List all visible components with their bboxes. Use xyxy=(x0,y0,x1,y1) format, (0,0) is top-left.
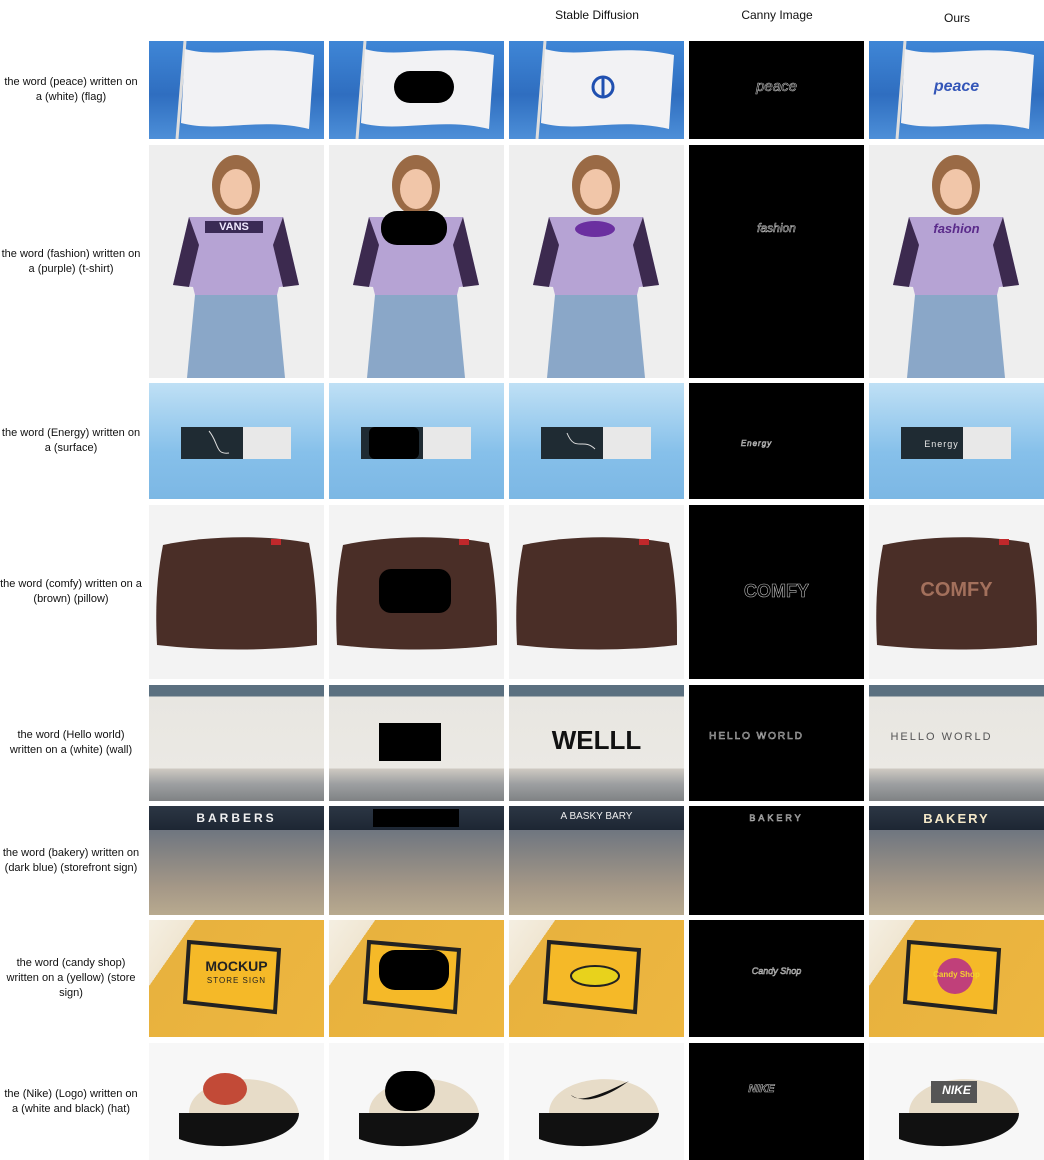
header-ours: Ours xyxy=(943,11,970,25)
masked-image xyxy=(329,145,504,378)
original-image xyxy=(149,505,324,679)
canny-text: COMFY xyxy=(744,581,810,602)
ours-image: BAKERY xyxy=(869,806,1044,915)
canny-text: Energy xyxy=(740,439,773,449)
ours-image: peace xyxy=(869,41,1044,139)
generated-text: Candy Shop xyxy=(933,970,980,979)
canny-image: BAKERY xyxy=(689,806,864,915)
canny-image: peace xyxy=(689,41,864,139)
prompt-text: the word (Energy) written on a (surface) xyxy=(1,427,141,454)
prompt-text: the word (candy shop) written on a (yell… xyxy=(6,957,136,999)
original-image: BARBERS xyxy=(149,806,324,915)
row-tshirt: the word (fashion) written on a (purple)… xyxy=(0,145,1044,378)
header-stable-diffusion: Stable Diffusion xyxy=(555,8,639,22)
ours-image: fashion xyxy=(869,145,1044,378)
prompt-text: the word (Hello world) written on a (whi… xyxy=(9,729,133,756)
mask-region xyxy=(379,950,449,990)
generated-text: BAKERY xyxy=(923,811,990,826)
masked-image xyxy=(329,383,504,499)
masked-image xyxy=(329,920,504,1037)
row-pillow: the word (comfy) written on a (brown) (p… xyxy=(0,505,1044,679)
sd-text: A BASKY BARY xyxy=(560,811,633,822)
sd-text: WELLL xyxy=(551,725,642,755)
row-wall: the word (Hello world) written on a (whi… xyxy=(0,685,1044,801)
masked-image xyxy=(329,685,504,801)
canny-image: HELLO WORLD xyxy=(689,685,864,801)
generated-text: Energy xyxy=(924,439,959,449)
original-sign: BARBERS xyxy=(196,811,277,825)
canny-text: fashion xyxy=(757,221,796,236)
stable-diffusion-image xyxy=(509,505,684,679)
original-image xyxy=(149,685,324,801)
header-canny-image: Canny Image xyxy=(741,8,813,22)
stable-diffusion-image: WELLL xyxy=(509,685,684,801)
row-store-sign: the word (candy shop) written on a (yell… xyxy=(0,920,1044,1037)
masked-image xyxy=(329,505,504,679)
stable-diffusion-image xyxy=(509,145,684,378)
ours-image: HELLO WORLD xyxy=(869,685,1044,801)
ours-image: Candy Shop xyxy=(869,920,1044,1037)
row-hat: the (Nike) (Logo) written on a (white an… xyxy=(0,1043,1044,1160)
original-sign-text: MOCKUP xyxy=(205,958,268,974)
prompt-text: the (Nike) (Logo) written on a (white an… xyxy=(4,1087,138,1115)
canny-image: Candy Shop xyxy=(689,920,864,1037)
masked-image xyxy=(329,1043,504,1160)
mask-region xyxy=(394,71,454,103)
row-energy: the word (Energy) written on a (surface)… xyxy=(0,383,1044,499)
flag-graphic xyxy=(175,41,314,139)
canny-image: COMFY xyxy=(689,505,864,679)
ours-image: COMFY xyxy=(869,505,1044,679)
ours-image: NIKE xyxy=(869,1043,1044,1160)
stable-diffusion-image xyxy=(509,383,684,499)
masked-image xyxy=(329,41,504,139)
ours-image: Energy xyxy=(869,383,1044,499)
canny-image: fashion xyxy=(689,145,864,378)
original-image: MOCKUP STORE SIGN xyxy=(149,920,324,1037)
stable-diffusion-image xyxy=(509,920,684,1037)
mask-region xyxy=(381,211,447,245)
generated-text: HELLO WORLD xyxy=(890,731,993,743)
stable-diffusion-image xyxy=(509,41,684,139)
generated-text: peace xyxy=(933,78,980,95)
generated-text: COMFY xyxy=(920,579,993,601)
stable-diffusion-image: A BASKY BARY xyxy=(509,806,684,915)
prompt-text: the word (bakery) written on (dark blue)… xyxy=(2,846,140,874)
prompt-text: the word (comfy) written on a (brown) (p… xyxy=(0,578,142,605)
original-sign-sub: STORE SIGN xyxy=(206,976,267,985)
canny-text: Candy Shop xyxy=(751,966,802,977)
original-image xyxy=(149,383,324,499)
generated-text: NIKE xyxy=(942,1083,971,1097)
original-image xyxy=(149,41,324,139)
row-flag: the word (peace) written on a (white) (f… xyxy=(0,41,1044,139)
row-storefront: the word (bakery) written on (dark blue)… xyxy=(0,806,1044,915)
mask-region xyxy=(369,427,419,459)
mask-region xyxy=(385,1071,435,1111)
canny-text: BAKERY xyxy=(749,813,804,824)
mask-region xyxy=(379,569,451,613)
canny-text: NIKE xyxy=(748,1083,775,1096)
canny-text: peace xyxy=(756,78,797,96)
canny-text: HELLO WORLD xyxy=(709,731,804,743)
mask-region xyxy=(379,723,441,761)
original-logo: VANS xyxy=(205,221,263,233)
prompt-text: the word (peace) written on a (white) (f… xyxy=(4,76,138,103)
stable-diffusion-image xyxy=(509,1043,684,1160)
mask-region xyxy=(373,809,459,827)
generated-text: fashion xyxy=(933,221,980,236)
original-image: VANS xyxy=(149,145,324,378)
original-image xyxy=(149,1043,324,1160)
canny-image: NIKE xyxy=(689,1043,864,1160)
prompt-text: the word (fashion) written on a (purple)… xyxy=(1,247,141,275)
masked-image xyxy=(329,806,504,915)
canny-image: Energy xyxy=(689,383,864,499)
